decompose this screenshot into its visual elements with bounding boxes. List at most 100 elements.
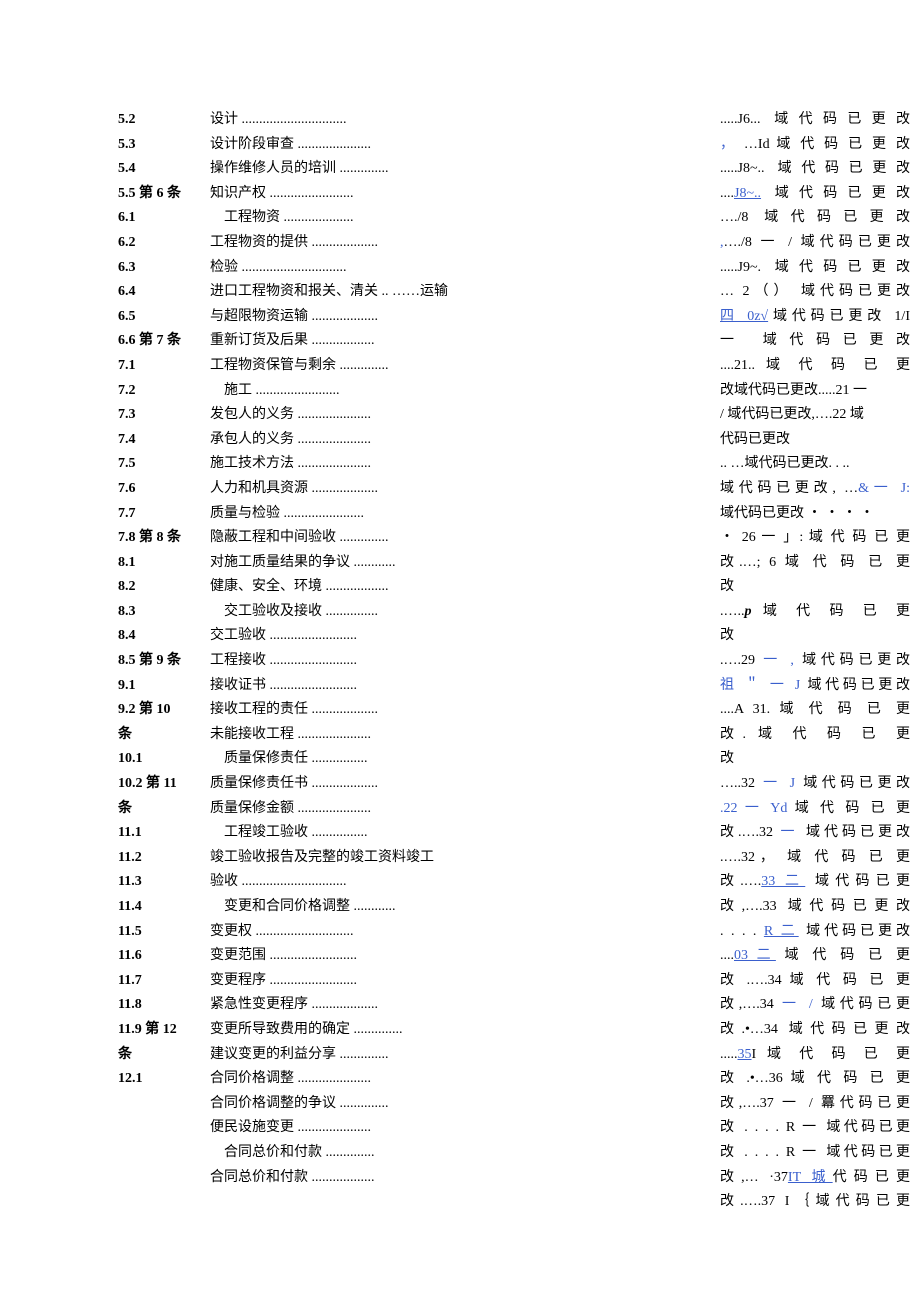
- field-code-changed-note: .....35I 域 代 码 已 更: [720, 1043, 910, 1068]
- field-code-changed-note: .....J8~.. 域代码已更改: [720, 157, 910, 182]
- toc-entry: 操作维修人员的培训 ..............: [210, 157, 470, 182]
- toc-entry: 健康、安全、环境 ..................: [210, 575, 470, 600]
- toc-title: 变更所导致费用的确定: [210, 1022, 354, 1037]
- toc-title: 变更和合同价格调整: [224, 899, 354, 914]
- toc-entry: 合同价格调整 .....................: [210, 1067, 470, 1092]
- field-code-changed-note: ....21.. 域 代 码 已 更: [720, 354, 910, 379]
- toc-title: 便民设施变更: [210, 1120, 298, 1135]
- field-code-changed-note: ....A 31. 域 代 码 已 更: [720, 698, 910, 723]
- toc-number: 7.8 第 8 条: [118, 526, 210, 551]
- toc-title: 交工验收及接收: [224, 604, 326, 619]
- toc-number: 12.1: [118, 1067, 210, 1092]
- toc-title: 检验: [210, 260, 242, 275]
- toc-title: 对施工质量结果的争议: [210, 555, 354, 570]
- toc-number: 8.3: [118, 600, 210, 625]
- toc-number: 8.2: [118, 575, 210, 600]
- toc-entry: 合同总价和付款 ..................: [210, 1166, 470, 1191]
- toc-entry: 合同总价和付款 ..............: [210, 1141, 470, 1166]
- toc-title: 建议变更的利益分享: [210, 1047, 340, 1062]
- toc-leader-dots: ....................: [284, 210, 354, 225]
- field-code-changed-note: ， …Id 域 代 码 已 更 改: [720, 133, 910, 158]
- toc-leader-dots: ..............................: [242, 260, 347, 275]
- toc-leader-dots: ..............................: [242, 112, 347, 127]
- field-code-changed-note: .…..p 域 代 码 已 更: [720, 600, 910, 625]
- field-code-changed-note: 改,….33 域代码已更改: [720, 895, 910, 920]
- toc-entry: 人力和机具资源 ...................: [210, 477, 470, 502]
- toc-leader-dots: .........................: [270, 628, 358, 643]
- toc-entry: 质量保修责任书 ...................: [210, 772, 470, 797]
- field-code-changed-note: ....03 二 域 代 码 已 更: [720, 944, 910, 969]
- toc-leader-dots: ..............: [340, 161, 389, 176]
- toc-number: 7.4: [118, 428, 210, 453]
- toc-entry: 施工技术方法 .....................: [210, 452, 470, 477]
- toc-leader-dots: .....................: [298, 1071, 372, 1086]
- field-code-changed-note: .22 一 Yd 域 代 码 已 更: [720, 797, 910, 822]
- toc-entry: 紧急性变更程序 ...................: [210, 993, 470, 1018]
- toc-leader-dots: .........................: [270, 653, 358, 668]
- toc-number: 11.8: [118, 993, 210, 1018]
- toc-entry: 质量保修责任 ................: [210, 747, 470, 772]
- toc-title: 进口工程物资和报关、清关 .. ……运输: [210, 284, 448, 299]
- toc-number: 10.2 第 11: [118, 772, 210, 797]
- toc-leader-dots: ..................: [326, 579, 389, 594]
- field-code-changed-note: 改,… ·37IT 城代码已更: [720, 1166, 910, 1191]
- toc-entry: 交工验收及接收 ...............: [210, 600, 470, 625]
- toc-leader-dots: .........................: [270, 973, 358, 988]
- toc-entry: 未能接收工程 .....................: [210, 723, 470, 748]
- toc-number: 条: [118, 797, 210, 822]
- toc-entry: 交工验收 .........................: [210, 624, 470, 649]
- field-code-changed-note: .....J9~. 域代码已更改: [720, 256, 910, 281]
- toc-entry: 变更和合同价格调整 ............: [210, 895, 470, 920]
- toc-number: 11.4: [118, 895, 210, 920]
- toc-title: 变更范围: [210, 948, 270, 963]
- toc-number: 7.7: [118, 502, 210, 527]
- field-code-changed-note: 代码已更改: [720, 428, 910, 453]
- field-code-changed-note: 改 .….34 域 代 码 已 更: [720, 969, 910, 994]
- field-code-changed-note: 改.…; 6 域 代 码 已 更: [720, 551, 910, 576]
- toc-entry: 设计 ..............................: [210, 108, 470, 133]
- toc-number: 6.2: [118, 231, 210, 256]
- field-code-changed-note: 改.….32 一 域代码已更改: [720, 821, 910, 846]
- toc-leader-dots: .....................: [298, 432, 372, 447]
- field-code-changed-note: 四 0z√域代码已更改 1/I: [720, 305, 910, 330]
- toc-number: 6.3: [118, 256, 210, 281]
- toc-entry: 变更权 ............................: [210, 920, 470, 945]
- toc-number: 8.1: [118, 551, 210, 576]
- toc-entry: 重新订货及后果 ..................: [210, 329, 470, 354]
- toc-entry: 变更所导致费用的确定 ..............: [210, 1018, 470, 1043]
- toc-entry: 质量与检验 .......................: [210, 502, 470, 527]
- toc-number: 11.1: [118, 821, 210, 846]
- field-code-changed-note: 改.….33 二 域代码已更: [720, 870, 910, 895]
- toc-numbers-column: 5.25.35.45.5 第 6 条6.16.26.36.46.56.6 第 7…: [0, 108, 210, 1190]
- field-code-changed-note: 改域代码已更改.....21 一: [720, 379, 910, 404]
- toc-number: 6.6 第 7 条: [118, 329, 210, 354]
- toc-entry: 变更范围 .........................: [210, 944, 470, 969]
- toc-title: 知识产权: [210, 186, 270, 201]
- toc-entry: 工程物资 ....................: [210, 206, 470, 231]
- toc-title: 变更权: [210, 924, 256, 939]
- toc-leader-dots: .....................: [298, 407, 372, 422]
- toc-number: 7.1: [118, 354, 210, 379]
- field-code-changed-note: 改 . . . . R 一 域代码已更: [720, 1116, 910, 1141]
- toc-number: 6.4: [118, 280, 210, 305]
- toc-number: 条: [118, 723, 210, 748]
- toc-title: 验收: [210, 874, 242, 889]
- field-code-changed-note: 改: [720, 747, 910, 772]
- toc-number: 9.1: [118, 674, 210, 699]
- toc-title: 工程接收: [210, 653, 270, 668]
- toc-leader-dots: ............: [354, 555, 396, 570]
- toc-title: 质量保修责任: [224, 751, 312, 766]
- toc-leader-dots: .....................: [298, 801, 372, 816]
- field-code-changed-note: 改: [720, 624, 910, 649]
- toc-entry: 质量保修金额 .....................: [210, 797, 470, 822]
- toc-entry: 验收 ..............................: [210, 870, 470, 895]
- toc-leader-dots: ...................: [312, 309, 379, 324]
- toc-title: 质量与检验: [210, 506, 284, 521]
- toc-number: 10.1: [118, 747, 210, 772]
- toc-title: 设计: [210, 112, 242, 127]
- toc-number: 7.2: [118, 379, 210, 404]
- field-code-changed-note: 改,….37 一 / 羃代码已更: [720, 1092, 910, 1117]
- toc-entry: 工程接收 .........................: [210, 649, 470, 674]
- field-code-changed-note: 改 . . . . R 一 域代码已更: [720, 1141, 910, 1166]
- toc-title: 紧急性变更程序: [210, 997, 312, 1012]
